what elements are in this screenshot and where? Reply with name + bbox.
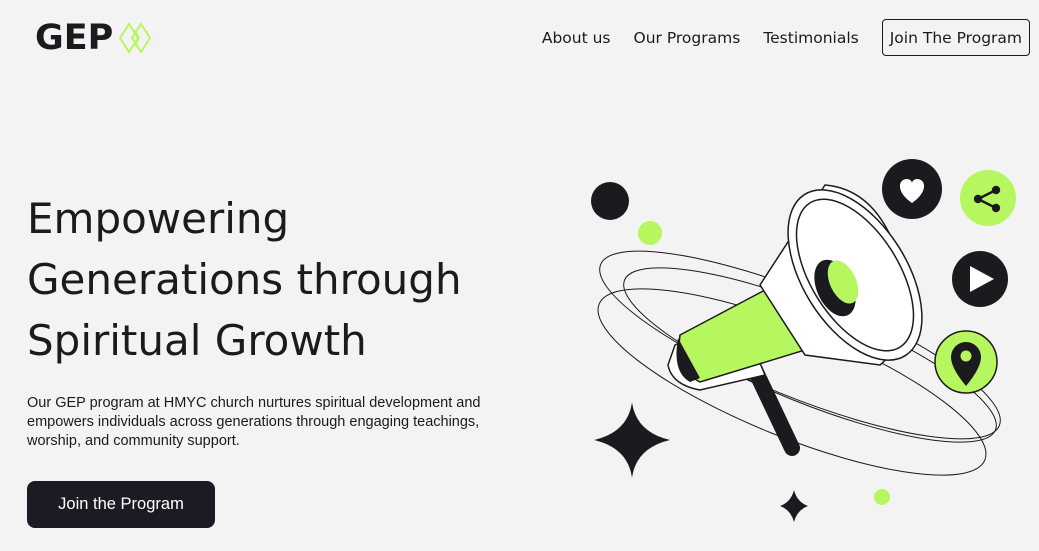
nav-join-button[interactable]: Join The Program	[881, 19, 1030, 56]
brand-diamond-icon	[119, 22, 152, 54]
brand-logo[interactable]: GEP	[35, 18, 153, 58]
hero-description: Our GEP program at HMYC church nurtures …	[27, 395, 481, 449]
green-dot-decoration	[638, 221, 662, 245]
heart-icon	[882, 159, 942, 219]
play-icon	[952, 251, 1008, 307]
black-dot-decoration	[591, 182, 629, 220]
hero-title-line-2: Generations through	[27, 255, 462, 304]
nav-link-about-us[interactable]: About us	[542, 20, 611, 56]
small-sparkle-icon	[780, 490, 808, 522]
nav-link-testimonials[interactable]: Testimonials	[763, 20, 858, 56]
hero-title: Empowering Generations through Spiritual…	[27, 188, 547, 371]
location-pin-icon	[934, 330, 998, 394]
sparkle-icon	[594, 402, 670, 478]
join-program-button[interactable]: Join the Program	[27, 481, 215, 528]
green-small-dot-decoration	[874, 489, 890, 505]
brand-name: GEP	[35, 18, 114, 58]
hero-title-line-1: Empowering	[27, 194, 290, 243]
nav-menu: About us Our Programs Testimonials Join …	[542, 19, 1030, 56]
hero-title-line-3: Spiritual Growth	[27, 316, 367, 365]
hero-illustration	[591, 159, 1016, 522]
nav-link-our-programs[interactable]: Our Programs	[634, 20, 741, 56]
share-icon	[960, 170, 1016, 226]
top-navigation: GEP About us Our Programs Testimonials J…	[0, 0, 1039, 75]
